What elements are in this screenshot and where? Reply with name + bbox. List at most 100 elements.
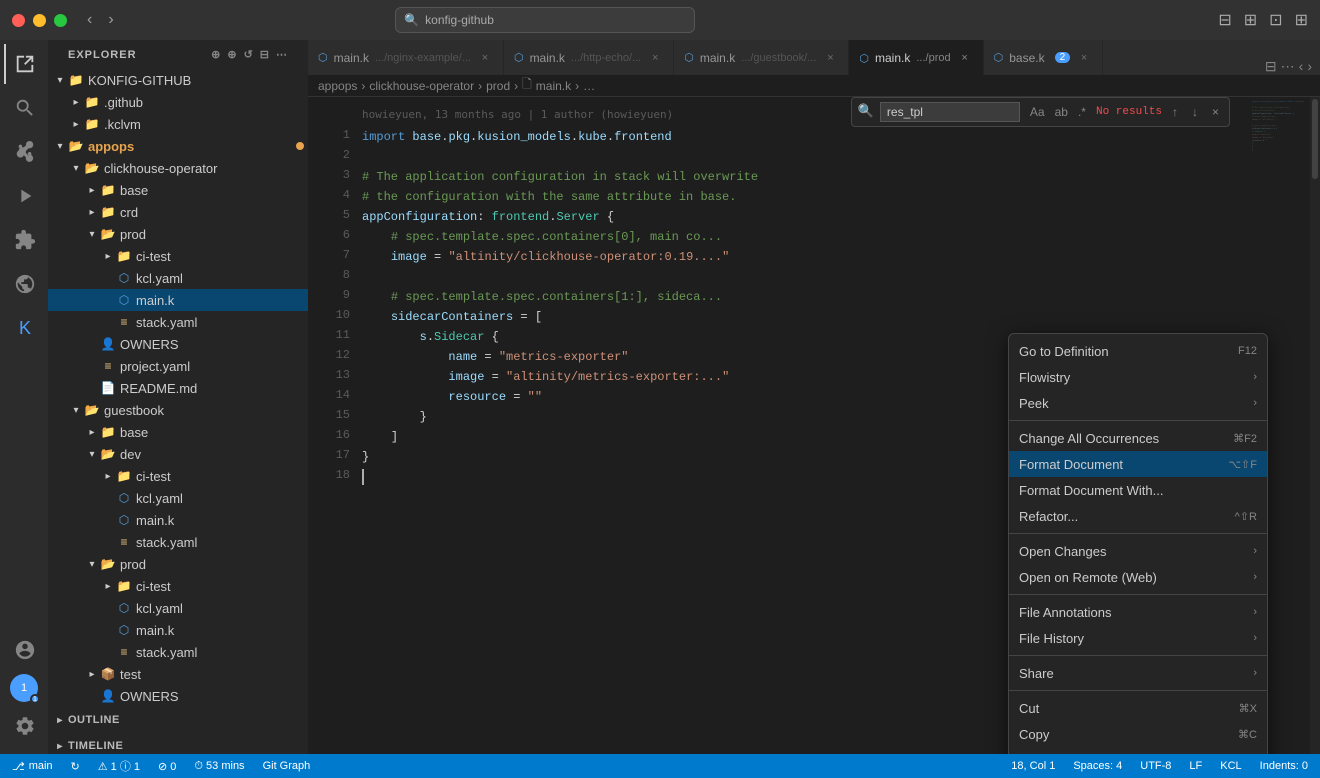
refresh-icon[interactable]: ↺ xyxy=(244,48,254,61)
menu-open-changes[interactable]: Open Changes › xyxy=(1009,538,1267,564)
statusbar-spaces[interactable]: Spaces: 4 xyxy=(1069,754,1126,778)
tree-dev[interactable]: ▾ 📂 dev xyxy=(48,443,308,465)
tab-nav-left-icon[interactable]: ‹ xyxy=(1299,58,1304,75)
tree-kcl-yaml[interactable]: ▸ ⬡ kcl.yaml xyxy=(48,267,308,289)
tree-ci-test[interactable]: ▸ 📁 ci-test xyxy=(48,245,308,267)
breadcrumb-prod[interactable]: prod xyxy=(486,79,510,93)
match-case-button[interactable]: Aa xyxy=(1026,103,1049,121)
find-next-button[interactable]: ↓ xyxy=(1188,103,1202,121)
tree-appops[interactable]: ▾ 📂 appops xyxy=(48,135,308,157)
tab-close-button[interactable]: × xyxy=(647,50,663,66)
statusbar-line-ending[interactable]: LF xyxy=(1185,754,1206,778)
tab-close-button[interactable]: × xyxy=(1076,50,1092,66)
tree-prod-gb[interactable]: ▾ 📂 prod xyxy=(48,553,308,575)
outline-section[interactable]: ▸ OUTLINE xyxy=(48,707,308,733)
activity-settings[interactable] xyxy=(4,706,44,746)
menu-copy-as[interactable]: Copy As › xyxy=(1009,747,1267,754)
breadcrumb-file[interactable]: main.k xyxy=(536,79,571,93)
statusbar-timer[interactable]: ⏱ 53 mins xyxy=(190,754,248,778)
tree-crd[interactable]: ▸ 📁 crd xyxy=(48,201,308,223)
grid-icon[interactable]: ⊞ xyxy=(1295,10,1308,30)
menu-copy[interactable]: Copy ⌘C xyxy=(1009,721,1267,747)
breadcrumb-clickhouse[interactable]: clickhouse-operator xyxy=(369,79,474,93)
activity-remote[interactable] xyxy=(4,264,44,304)
tab-close-button[interactable]: × xyxy=(822,50,838,66)
maximize-button[interactable] xyxy=(54,14,67,27)
statusbar-git-graph[interactable]: Git Graph xyxy=(259,754,315,778)
menu-share[interactable]: Share › xyxy=(1009,660,1267,686)
tree-owners[interactable]: ▸ 👤 OWNERS xyxy=(48,333,308,355)
menu-change-all[interactable]: Change All Occurrences ⌘F2 xyxy=(1009,425,1267,451)
tab-main-k-nginx[interactable]: ⬡ main.k .../nginx-example/... × xyxy=(308,40,504,75)
activity-accounts[interactable] xyxy=(4,630,44,670)
nav-forward-button[interactable]: › xyxy=(104,9,117,31)
statusbar-indents[interactable]: Indents: 0 xyxy=(1256,754,1312,778)
tab-base-k[interactable]: ⬡ base.k 2 × xyxy=(984,40,1104,75)
tree-owners-gb[interactable]: ▸ 👤 OWNERS xyxy=(48,685,308,707)
tree-base-gb[interactable]: ▸ 📁 base xyxy=(48,421,308,443)
tree-base-co[interactable]: ▸ 📁 base xyxy=(48,179,308,201)
scrollbar[interactable] xyxy=(1310,97,1320,754)
tab-main-k-http[interactable]: ⬡ main.k .../http-echo/... × xyxy=(504,40,674,75)
tree-main-gb[interactable]: ▸ ⬡ main.k xyxy=(48,619,308,641)
nav-back-button[interactable]: ‹ xyxy=(83,9,96,31)
whole-word-button[interactable]: ab xyxy=(1051,103,1072,121)
tree-prod[interactable]: ▾ 📂 prod xyxy=(48,223,308,245)
find-input[interactable] xyxy=(880,102,1020,122)
activity-source-control[interactable] xyxy=(4,132,44,172)
menu-format-doc-with[interactable]: Format Document With... xyxy=(1009,477,1267,503)
menu-format-doc[interactable]: Format Document ⌥⇧F xyxy=(1009,451,1267,477)
find-close-button[interactable]: × xyxy=(1208,103,1223,121)
menu-file-history[interactable]: File History › xyxy=(1009,625,1267,651)
tree-ci-dev[interactable]: ▸ 📁 ci-test xyxy=(48,465,308,487)
menu-file-annotations[interactable]: File Annotations › xyxy=(1009,599,1267,625)
tree-project-yaml[interactable]: ▸ ≡ project.yaml xyxy=(48,355,308,377)
tree-main-k-active[interactable]: ▸ ⬡ main.k xyxy=(48,289,308,311)
tab-main-k-prod[interactable]: ⬡ main.k .../prod × xyxy=(849,40,983,75)
tree-main-dev[interactable]: ▸ ⬡ main.k xyxy=(48,509,308,531)
activity-search[interactable] xyxy=(4,88,44,128)
tab-close-button[interactable]: × xyxy=(957,50,973,66)
split-icon[interactable]: ⊡ xyxy=(1269,10,1282,30)
title-search[interactable]: 🔍 konfig-github xyxy=(395,7,695,33)
tree-ci-gb[interactable]: ▸ 📁 ci-test xyxy=(48,575,308,597)
activity-extensions[interactable] xyxy=(4,220,44,260)
close-button[interactable] xyxy=(12,14,25,27)
breadcrumb-more[interactable]: … xyxy=(583,79,595,93)
tree-kcl-dev[interactable]: ▸ ⬡ kcl.yaml xyxy=(48,487,308,509)
minimize-button[interactable] xyxy=(33,14,46,27)
tree-stack-dev[interactable]: ▸ ≡ stack.yaml xyxy=(48,531,308,553)
tab-close-button[interactable]: × xyxy=(477,50,493,66)
menu-flowistry[interactable]: Flowistry › xyxy=(1009,364,1267,390)
more-icon[interactable]: ⋯ xyxy=(276,48,288,61)
regex-button[interactable]: .* xyxy=(1074,103,1090,121)
statusbar-sync[interactable]: ↻ xyxy=(67,754,84,778)
tree-test-gb[interactable]: ▸ 📦 test xyxy=(48,663,308,685)
tree-readme[interactable]: ▸ 📄 README.md xyxy=(48,377,308,399)
new-file-icon[interactable]: ⊕ xyxy=(211,48,221,61)
activity-explorer[interactable] xyxy=(4,44,44,84)
tab-more-icon[interactable]: ⋯ xyxy=(1281,58,1295,75)
breadcrumb-appops[interactable]: appops xyxy=(318,79,357,93)
statusbar-language[interactable]: KCL xyxy=(1216,754,1245,778)
statusbar-ports[interactable]: ⊘ 0 xyxy=(154,754,180,778)
tab-nav-right-icon[interactable]: › xyxy=(1307,58,1312,75)
tree-github[interactable]: ▸ 📁 .github xyxy=(48,91,308,113)
tree-kcl-gb[interactable]: ▸ ⬡ kcl.yaml xyxy=(48,597,308,619)
statusbar-encoding[interactable]: UTF-8 xyxy=(1136,754,1175,778)
tree-stack-yaml[interactable]: ▸ ≡ stack.yaml xyxy=(48,311,308,333)
statusbar-errors[interactable]: ⚠ 1 ⓘ 1 xyxy=(94,754,144,778)
layout-icon[interactable]: ⊞ xyxy=(1244,10,1257,30)
new-folder-icon[interactable]: ⊕ xyxy=(227,48,237,61)
tree-clickhouse[interactable]: ▾ 📂 clickhouse-operator xyxy=(48,157,308,179)
tree-root[interactable]: ▾ 📁 KONFIG-GITHUB xyxy=(48,69,308,91)
avatar[interactable]: 1 1 xyxy=(10,674,38,702)
tree-stack-gb[interactable]: ▸ ≡ stack.yaml xyxy=(48,641,308,663)
menu-open-remote[interactable]: Open on Remote (Web) › xyxy=(1009,564,1267,590)
menu-peek[interactable]: Peek › xyxy=(1009,390,1267,416)
activity-kusion[interactable]: K xyxy=(4,308,44,348)
menu-goto-def[interactable]: Go to Definition F12 xyxy=(1009,338,1267,364)
tree-guestbook[interactable]: ▾ 📂 guestbook xyxy=(48,399,308,421)
statusbar-branch[interactable]: ⎇ main xyxy=(8,754,57,778)
menu-cut[interactable]: Cut ⌘X xyxy=(1009,695,1267,721)
